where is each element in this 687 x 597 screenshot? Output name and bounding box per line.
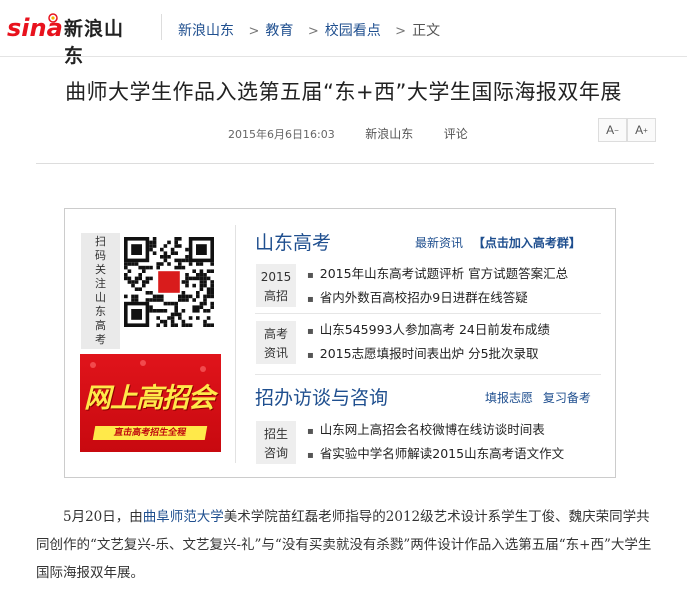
font-size-controls: A − A +: [598, 118, 656, 142]
university-link[interactable]: 曲阜师范大学: [143, 509, 224, 525]
banner-title: 网上高招会: [84, 383, 215, 414]
chevron-right-icon: >: [307, 24, 319, 39]
news-list: 山东545993人参加高考 24日前发布成绩 2015志愿填报时间表出炉 分5批…: [307, 319, 550, 367]
section-title-shandong-gaokao[interactable]: 山东高考: [255, 228, 331, 255]
breadcrumb-item-home[interactable]: 新浪山东: [178, 23, 234, 39]
banner-subtitle: 直击高考招生全程: [92, 426, 208, 440]
fill-volunteer-link[interactable]: 填报志愿: [485, 391, 533, 405]
tag-enrollment-consult: 招生 咨询: [256, 421, 296, 464]
font-smaller-button[interactable]: A −: [598, 118, 627, 142]
breadcrumb-item-campus[interactable]: 校园看点: [325, 23, 381, 39]
gaokao-promo-box: 扫码关注山东高考 网上高招会 直击高考招生全程 山东高考 最新资讯 【点击加入高…: [64, 208, 616, 478]
section1-links: 最新资讯 【点击加入高考群】: [409, 234, 581, 251]
latest-news-link[interactable]: 最新资讯: [415, 236, 463, 250]
chevron-right-icon: >: [248, 24, 260, 39]
list-item[interactable]: 2015年山东高考试题评析 官方试题答案汇总: [307, 263, 568, 287]
divider: [255, 374, 601, 375]
divider: [235, 225, 236, 463]
qr-code-icon[interactable]: [124, 237, 214, 327]
news-list: 山东网上高招会名校微博在线访谈时间表 省实验中学名师解读2015山东高考语文作文: [307, 419, 564, 467]
section-title-admissions-interview[interactable]: 招办访谈与咨询: [255, 383, 388, 410]
sina-logo[interactable]: sina 新浪山东: [7, 12, 143, 67]
list-item[interactable]: 省内外数百高校招办9日进群在线答疑: [307, 287, 568, 311]
article-datetime: 2015年6月6日16:03: [228, 128, 335, 141]
tag-gaokao-news: 高考 资讯: [256, 321, 296, 364]
join-group-link[interactable]: 【点击加入高考群】: [473, 236, 581, 250]
news-list: 2015年山东高考试题评析 官方试题答案汇总 省内外数百高校招办9日进群在线答疑: [307, 263, 568, 311]
list-item[interactable]: 山东545993人参加高考 24日前发布成绩: [307, 319, 550, 343]
tag-2015-gaokao: 2015 高招: [256, 264, 296, 307]
sina-eye-icon: sina: [7, 13, 63, 42]
logo-text: 新浪山东: [64, 18, 125, 67]
list-item[interactable]: 2015志愿填报时间表出炉 分5批次录取: [307, 343, 550, 367]
article-source[interactable]: 新浪山东: [365, 127, 413, 141]
breadcrumb-item-education[interactable]: 教育: [265, 23, 293, 39]
scan-qr-label: 扫码关注山东高考: [81, 233, 120, 349]
article-title: 曲师大学生作品入选第五届“东+西”大学生国际海报双年展: [65, 80, 622, 104]
list-item[interactable]: 山东网上高招会名校微博在线访谈时间表: [307, 419, 564, 443]
breadcrumb-current: 正文: [412, 23, 441, 39]
header-border: [0, 56, 687, 57]
chevron-right-icon: >: [395, 24, 407, 39]
divider: [255, 313, 601, 314]
review-prep-link[interactable]: 复习备考: [543, 391, 591, 405]
top-bar: sina 新浪山东 新浪山东 > 教育 > 校园看点 > 正文: [0, 0, 687, 67]
section2-links: 填报志愿 复习备考: [479, 389, 591, 406]
article-meta: 2015年6月6日16:03 新浪山东 评论: [228, 125, 495, 142]
comment-link[interactable]: 评论: [444, 127, 468, 141]
list-item[interactable]: 省实验中学名师解读2015山东高考语文作文: [307, 443, 564, 467]
title-divider: [36, 163, 654, 164]
online-gaokao-fair-banner[interactable]: 网上高招会 直击高考招生全程: [80, 354, 221, 452]
breadcrumb: 新浪山东 > 教育 > 校园看点 > 正文: [178, 20, 440, 40]
divider: [161, 14, 162, 40]
article-paragraph: 5月20日，由曲阜师范大学美术学院苗红磊老师指导的2012级艺术设计系学生丁俊、…: [36, 509, 652, 581]
font-larger-button[interactable]: A +: [627, 118, 656, 142]
